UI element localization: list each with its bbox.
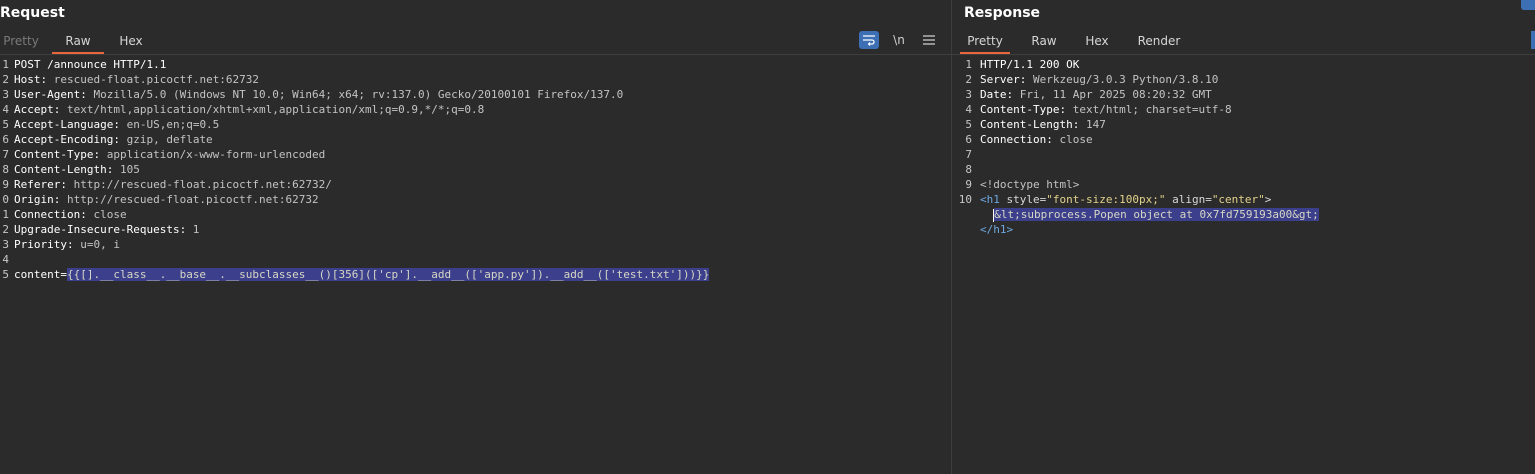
request-line-3: 3 User-Agent: Mozilla/5.0 (Windows NT 10.…	[0, 87, 951, 102]
line-number: 6	[965, 133, 972, 146]
request-editor[interactable]: 1 POST /announce HTTP/1.1 2 Host: rescued-…	[0, 57, 951, 474]
code-text: HTTP/1.1 200 OK	[980, 58, 1080, 71]
line-number: 7	[965, 148, 972, 161]
request-line-14: 4	[0, 252, 951, 267]
line-number: 6	[2, 133, 9, 146]
request-title: Request	[0, 5, 65, 21]
code-text: Origin: http://rescued-float.picoctf.net…	[14, 193, 319, 206]
request-line-4: 4 Accept: text/html,application/xhtml+xml…	[0, 102, 951, 117]
code-text: POST /announce HTTP/1.1	[14, 58, 167, 71]
code-text: Content-Length: 105	[14, 163, 140, 176]
line-number: 1	[965, 58, 972, 71]
request-line-12: 2 Upgrade-Insecure-Requests: 1	[0, 222, 951, 237]
request-tabs: Pretty Raw Hex	[0, 28, 951, 55]
payload-selection[interactable]: {{[].__class__.__base__.__subclasses__()…	[66, 268, 710, 281]
response-line-5: 5 Content-Length: 147	[952, 117, 1535, 132]
tab-render[interactable]: Render	[1132, 28, 1186, 52]
code-text: content={{[].__class__.__base__.__subcla…	[14, 268, 710, 281]
request-line-2: 2 Host: rescued-float.picoctf.net:62732	[0, 72, 951, 87]
line-number: 4	[2, 253, 9, 266]
code-text: Upgrade-Insecure-Requests: 1	[14, 223, 200, 236]
request-line-6: 6 Accept-Encoding: gzip, deflate	[0, 132, 951, 147]
code-text: Connection: close	[14, 208, 127, 221]
code-text: </h1>	[980, 223, 1014, 236]
response-line-3: 3 Date: Fri, 11 Apr 2025 08:20:32 GMT	[952, 87, 1535, 102]
line-number: 10	[958, 193, 972, 206]
response-line-7: 7	[952, 147, 1535, 162]
code-text: Referer: http://rescued-float.picoctf.ne…	[14, 178, 332, 191]
wrap-lines-icon[interactable]	[859, 31, 879, 49]
line-number: 1	[2, 58, 9, 71]
request-line-10: 0 Origin: http://rescued-float.picoctf.ne…	[0, 192, 951, 207]
code-text: Server: Werkzeug/3.0.3 Python/3.8.10	[980, 73, 1219, 86]
tab-raw[interactable]: Raw	[1022, 28, 1066, 52]
request-line-9: 9 Referer: http://rescued-float.picoctf.n…	[0, 177, 951, 192]
line-number: 9	[2, 178, 9, 191]
inspector-toggle-icon[interactable]	[1531, 31, 1535, 49]
line-number: 0	[2, 193, 9, 206]
response-title: Response	[964, 5, 1041, 21]
code-text: Date: Fri, 11 Apr 2025 08:20:32 GMT	[980, 88, 1212, 101]
response-line-10: 10 <h1 style="font-size:100px;" align="ce…	[952, 192, 1535, 207]
tab-pretty[interactable]: Pretty	[960, 28, 1010, 54]
request-line-13: 3 Priority: u=0, i	[0, 237, 951, 252]
response-line-6: 6 Connection: close	[952, 132, 1535, 147]
tab-raw[interactable]: Raw	[52, 28, 104, 54]
response-line-10-cont: &lt;subprocess.Popen object at 0x7fd7591…	[952, 207, 1535, 222]
tab-pretty[interactable]: Pretty	[0, 28, 42, 52]
request-line-5: 5 Accept-Language: en-US,en;q=0.5	[0, 117, 951, 132]
response-line-4: 4 Content-Type: text/html; charset=utf-8	[952, 102, 1535, 117]
code-text: Host: rescued-float.picoctf.net:62732	[14, 73, 260, 86]
line-number: 2	[2, 73, 9, 86]
response-selection[interactable]: &lt;subprocess.Popen object at 0x7fd7591…	[994, 208, 1319, 221]
response-editor[interactable]: 1 HTTP/1.1 200 OK 2 Server: Werkzeug/3.0.3…	[952, 57, 1535, 474]
request-line-7: 7 Content-Type: application/x-www-form-ur…	[0, 147, 951, 162]
line-number: 3	[2, 88, 9, 101]
response-line-8: 8	[952, 162, 1535, 177]
line-number: 2	[965, 73, 972, 86]
line-number: 8	[2, 163, 9, 176]
code-text: Priority: u=0, i	[14, 238, 120, 251]
code-text: Content-Type: text/html; charset=utf-8	[980, 103, 1232, 116]
request-line-1: 1 POST /announce HTTP/1.1	[0, 57, 951, 72]
line-number: 5	[2, 268, 9, 281]
line-number: 5	[965, 118, 972, 131]
code-text: <h1 style="font-size:100px;" align="cent…	[980, 193, 1272, 206]
request-line-8: 8 Content-Length: 105	[0, 162, 951, 177]
response-panel: Response Pretty Raw Hex Render 1 HTTP/1.1…	[952, 0, 1535, 474]
code-text: <!doctype html>	[980, 178, 1080, 191]
line-number: 2	[2, 223, 9, 236]
request-panel: Request Pretty Raw Hex \n 1 POST /announc…	[0, 0, 951, 474]
line-number: 3	[965, 88, 972, 101]
code-text: Content-Length: 147	[980, 118, 1106, 131]
response-line-2: 2 Server: Werkzeug/3.0.3 Python/3.8.10	[952, 72, 1535, 87]
newline-toggle-button[interactable]: \n	[889, 31, 909, 49]
response-tabs: Pretty Raw Hex Render	[952, 28, 1535, 55]
response-line-1: 1 HTTP/1.1 200 OK	[952, 57, 1535, 72]
tab-hex[interactable]: Hex	[112, 28, 150, 52]
tab-hex[interactable]: Hex	[1078, 28, 1116, 52]
code-text: User-Agent: Mozilla/5.0 (Windows NT 10.0…	[14, 88, 624, 101]
code-text: Accept-Language: en-US,en;q=0.5	[14, 118, 220, 131]
request-line-11: 1 Connection: close	[0, 207, 951, 222]
response-line-10-end: </h1>	[952, 222, 1535, 237]
code-text: Accept-Encoding: gzip, deflate	[14, 133, 213, 146]
line-number: 4	[965, 103, 972, 116]
layout-toggle-icon[interactable]	[1521, 0, 1535, 10]
code-text: Content-Type: application/x-www-form-url…	[14, 148, 326, 161]
line-number: 1	[2, 208, 9, 221]
line-number: 8	[965, 163, 972, 176]
line-number: 4	[2, 103, 9, 116]
line-number: 7	[2, 148, 9, 161]
request-line-15: 5 content={{[].__class__.__base__.__subcl…	[0, 267, 951, 282]
response-line-9: 9 <!doctype html>	[952, 177, 1535, 192]
code-text: Accept: text/html,application/xhtml+xml,…	[14, 103, 485, 116]
code-text: &lt;subprocess.Popen object at 0x7fd7591…	[980, 207, 1319, 222]
line-number: 3	[2, 238, 9, 251]
hamburger-menu-icon[interactable]	[919, 31, 939, 49]
code-text: Connection: close	[980, 133, 1093, 146]
line-number: 5	[2, 118, 9, 131]
line-number: 9	[965, 178, 972, 191]
